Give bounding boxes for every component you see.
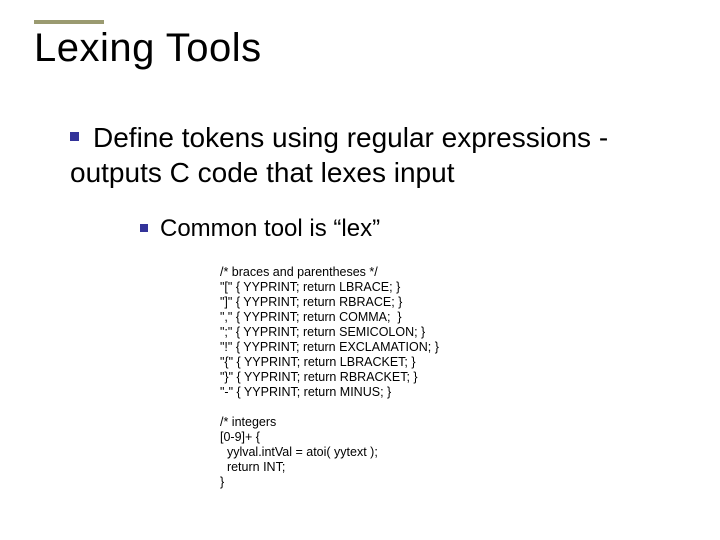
title-block: Lexing Tools xyxy=(34,20,262,71)
square-bullet-icon xyxy=(70,132,79,141)
slide: Lexing Tools Define tokens using regular… xyxy=(0,0,720,540)
square-bullet-icon xyxy=(140,224,148,232)
title-rule xyxy=(34,20,104,24)
slide-title: Lexing Tools xyxy=(34,26,262,71)
code-block: /* braces and parentheses */ "[" { YYPRI… xyxy=(220,265,439,490)
bullet-level-1: Define tokens using regular expressions … xyxy=(70,120,690,190)
bullet1-text: Define tokens using regular expressions … xyxy=(70,122,608,188)
bullet-level-2: Common tool is “lex” xyxy=(140,215,380,243)
bullet2-text: Common tool is “lex” xyxy=(160,215,380,242)
